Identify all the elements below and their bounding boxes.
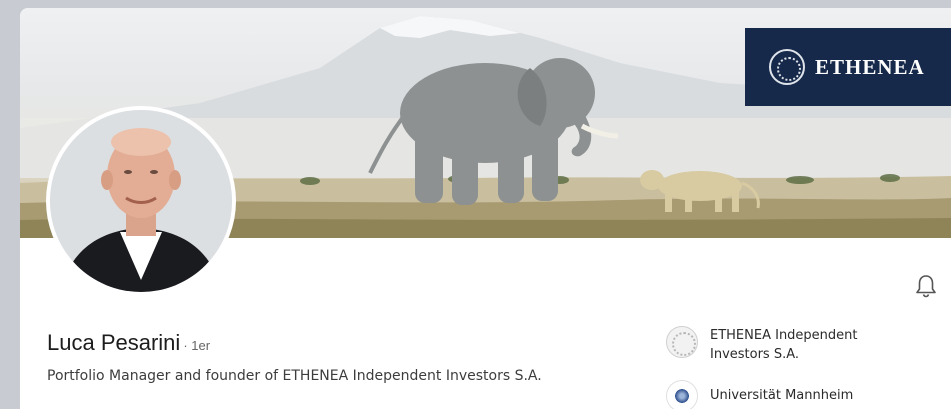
university-seal-icon bbox=[666, 380, 698, 409]
ethenea-logo-icon bbox=[666, 326, 698, 358]
ethenea-brand-box: ETHENEA bbox=[745, 28, 951, 106]
org-name: ETHENEA Independent Investors S.A. bbox=[710, 328, 858, 362]
profile-name: Luca Pesarini bbox=[47, 330, 181, 355]
profile-photo bbox=[50, 110, 232, 292]
org-item-ethenea[interactable]: ETHENEA Independent Investors S.A. bbox=[666, 326, 900, 364]
bell-icon[interactable] bbox=[915, 274, 937, 298]
connection-degree: · 1er bbox=[183, 338, 211, 353]
ethenea-seal-icon bbox=[769, 49, 805, 85]
org-item-university[interactable]: Universität Mannheim bbox=[666, 380, 900, 409]
org-name: Universität Mannheim bbox=[710, 388, 854, 403]
profile-avatar[interactable] bbox=[46, 106, 236, 296]
profile-card: ETHENEA Luca Pesarini · 1er Portfolio Ma… bbox=[20, 8, 951, 409]
brand-name: ETHENEA bbox=[815, 54, 925, 79]
name-row: Luca Pesarini · 1er bbox=[47, 330, 210, 356]
profile-headline: Portfolio Manager and founder of ETHENEA… bbox=[47, 368, 542, 384]
